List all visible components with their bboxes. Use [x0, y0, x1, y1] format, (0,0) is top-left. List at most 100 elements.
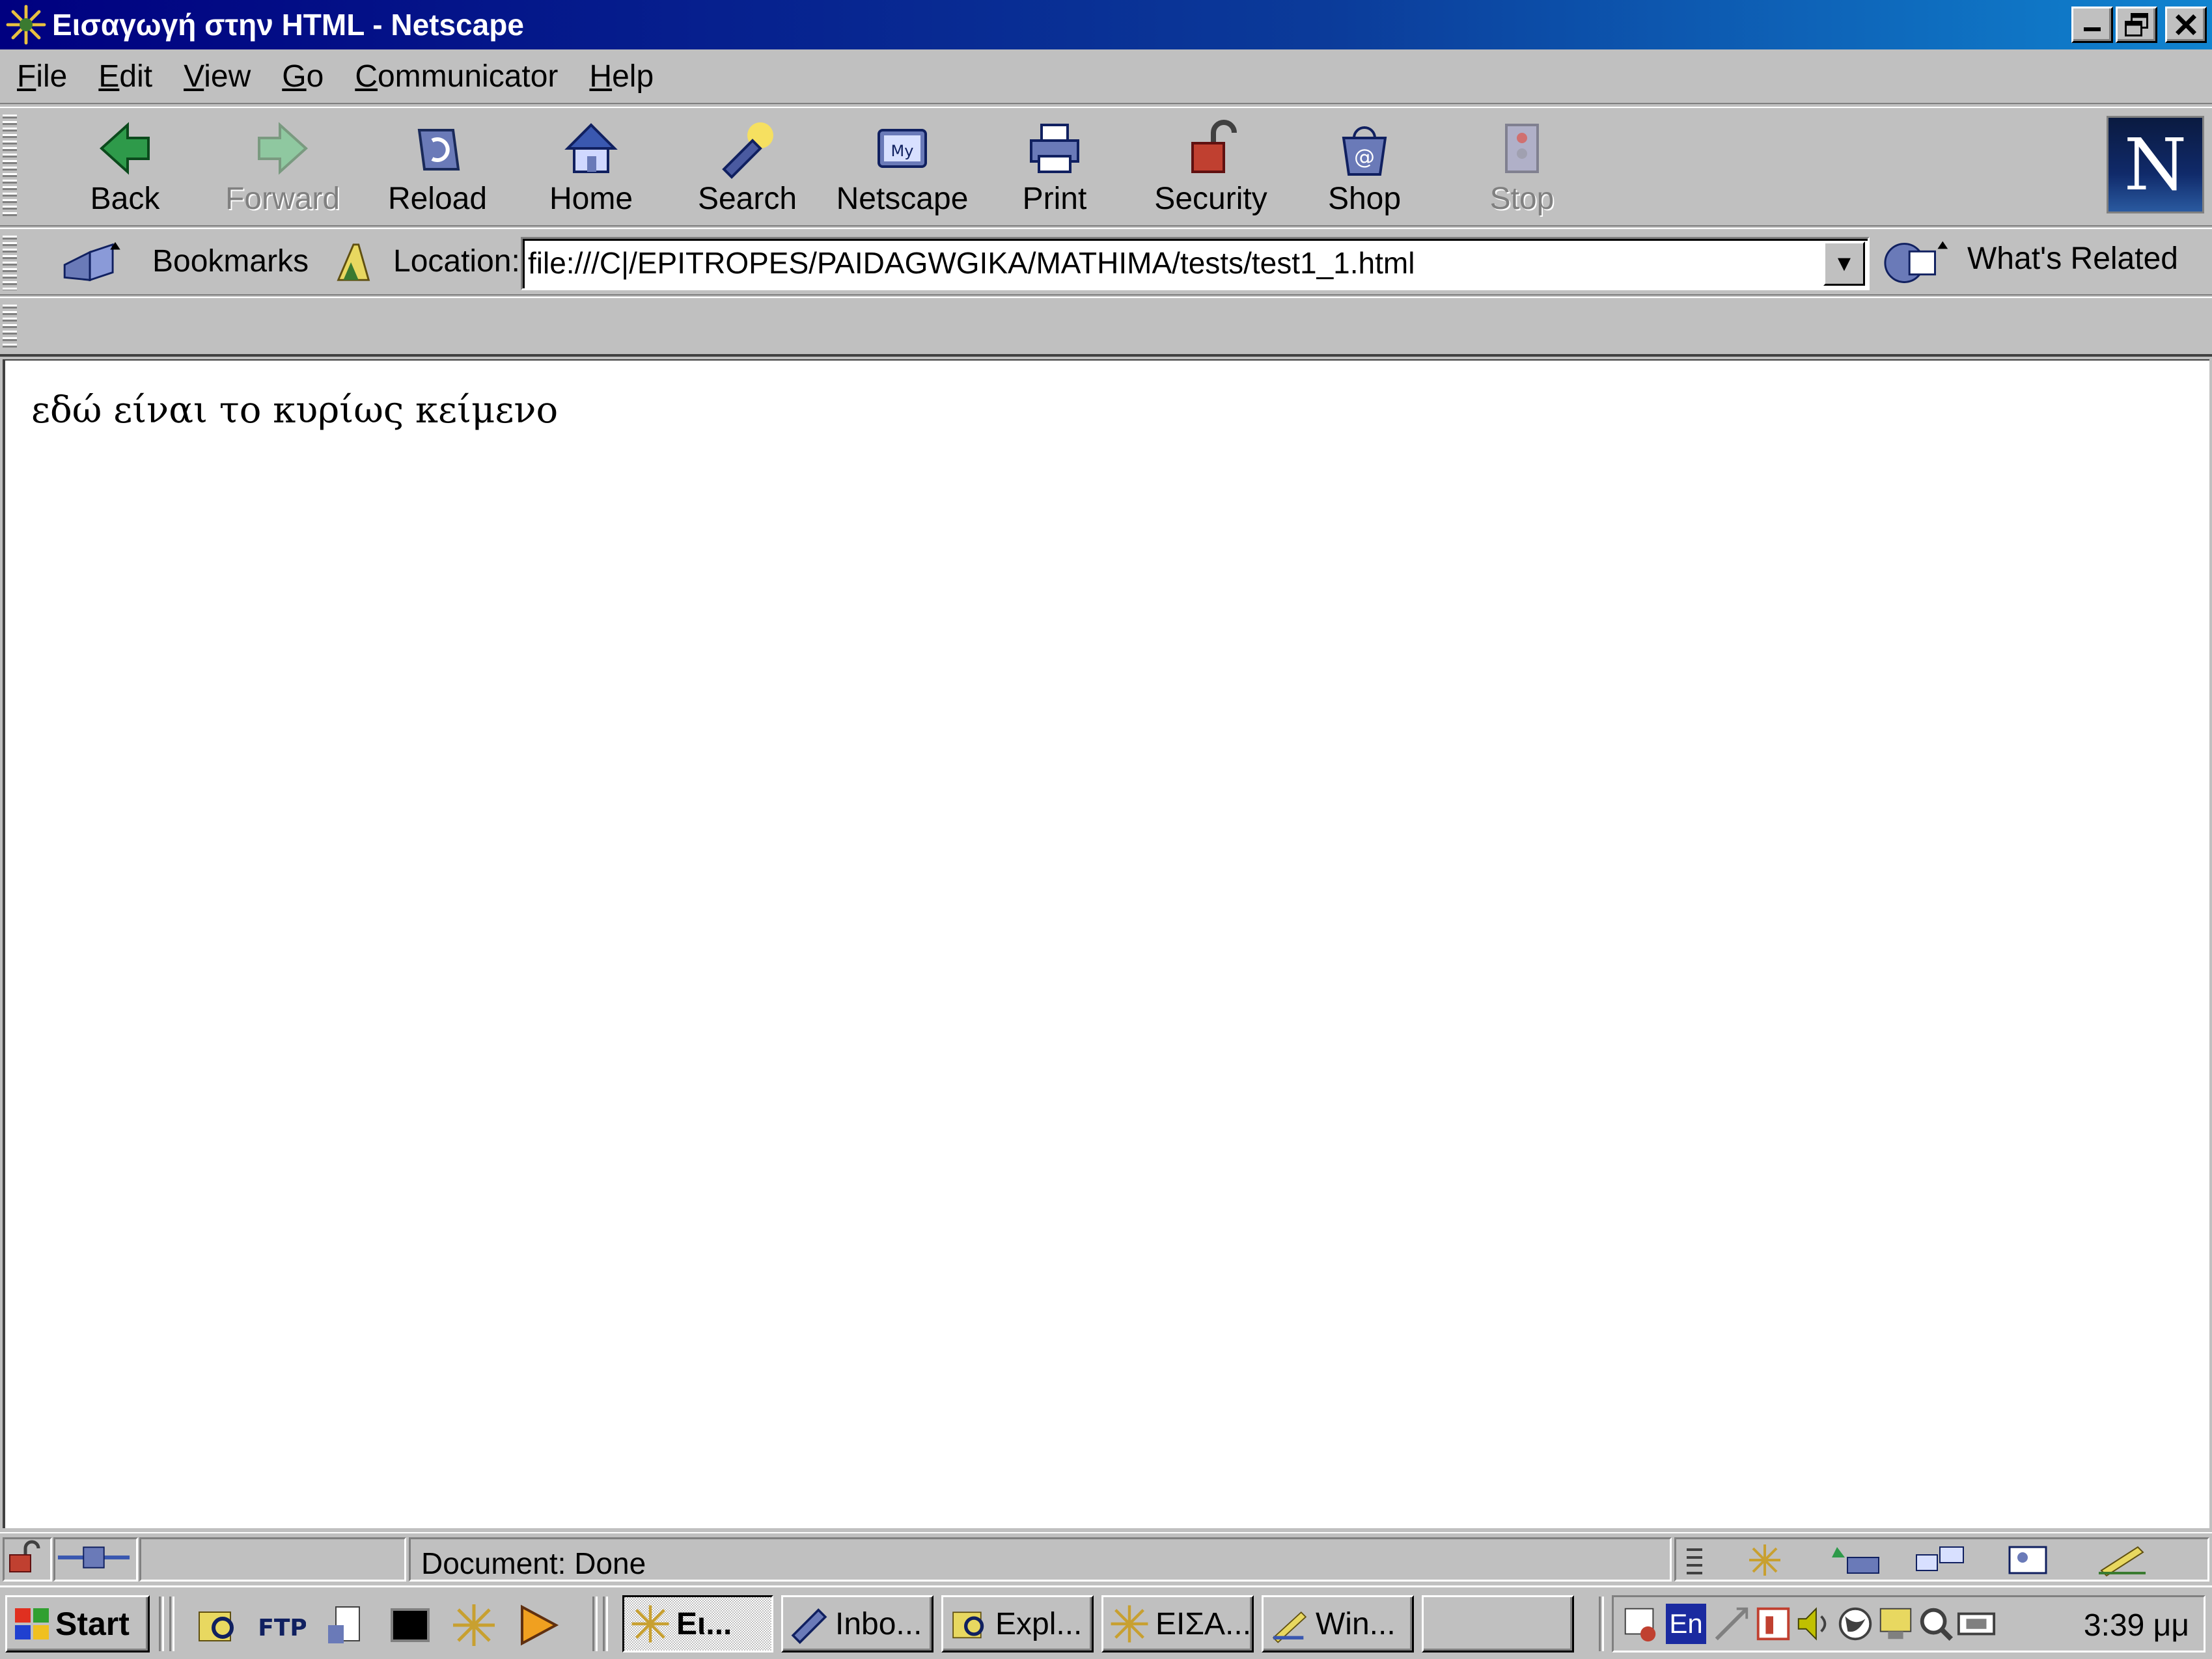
address-book-icon[interactable] [2002, 1542, 2054, 1578]
url-text[interactable]: file:///C|/EPITROPES/PAIDAGWGIKA/MATHIMA… [528, 245, 1415, 281]
minimize-icon [2084, 27, 2101, 31]
globe-tray-icon[interactable] [1835, 1604, 1875, 1644]
connection-plug-icon [57, 1546, 130, 1569]
taskbar-grip[interactable] [603, 1597, 608, 1651]
status-text: Document: Done [421, 1546, 646, 1580]
search-tray-icon[interactable] [1916, 1604, 1956, 1644]
menu-view[interactable]: View [184, 59, 251, 94]
msdos-quicklaunch-icon[interactable] [387, 1602, 434, 1649]
toolbar-grip[interactable] [3, 115, 17, 219]
shop-button[interactable]: @ Shop [1299, 117, 1430, 221]
svg-text:FTP: FTP [259, 1615, 306, 1641]
ftp-quicklaunch-icon[interactable]: FTP [259, 1602, 306, 1649]
media-player-quicklaunch-icon[interactable] [514, 1602, 561, 1649]
close-button[interactable] [2165, 7, 2207, 43]
url-input[interactable]: file:///C|/EPITROPES/PAIDAGWGIKA/MATHIMA… [521, 237, 1870, 290]
padlock-icon [1191, 120, 1237, 173]
menu-communicator[interactable]: Communicator [355, 59, 558, 94]
status-bar: Document: Done [0, 1532, 2212, 1584]
search-flashlight-icon [722, 122, 773, 179]
whats-related-icon[interactable] [1881, 238, 1953, 288]
personal-toolbar [0, 297, 2212, 357]
scheduler-tray-icon[interactable] [1620, 1604, 1661, 1644]
task-button-inbox[interactable]: Inbo... [781, 1595, 933, 1652]
display-tray-icon[interactable] [1875, 1604, 1916, 1644]
bookmarks-button[interactable]: Bookmarks [152, 243, 309, 279]
restore-icon [2125, 13, 2148, 36]
app-icon [1272, 1611, 1307, 1643]
navigator-icon[interactable] [1739, 1542, 1791, 1578]
netscape-icon [631, 1605, 669, 1643]
task-button-explorer[interactable]: Expl... [941, 1595, 1094, 1652]
task-button-netscape-2[interactable]: ΕΙΣΑ... [1101, 1595, 1254, 1652]
navigation-toolbar: Back Forward Reload Home Search My Netsc… [0, 107, 2212, 226]
volume-icon[interactable] [1793, 1604, 1834, 1644]
security-status[interactable] [3, 1537, 52, 1582]
menu-help[interactable]: Help [589, 59, 654, 94]
close-icon [2175, 14, 2197, 36]
location-toolbar: Bookmarks Location: file:///C|/EPITROPES… [0, 228, 2212, 295]
location-page-icon[interactable] [331, 240, 376, 285]
task-button-empty[interactable] [1422, 1595, 1574, 1652]
my-netscape-icon: My [878, 129, 927, 168]
personal-toolbar-grip[interactable] [3, 305, 17, 350]
bookmarks-icon[interactable] [59, 240, 126, 285]
netscape-quicklaunch-icon[interactable] [450, 1602, 497, 1649]
taskbar-separator [1599, 1597, 1604, 1651]
status-message-area: Document: Done [409, 1537, 1672, 1582]
url-history-dropdown[interactable]: ▼ [1823, 241, 1865, 286]
discussion-groups-icon[interactable] [1911, 1542, 1969, 1578]
task-button-win[interactable]: Win... [1262, 1595, 1414, 1652]
window-titlebar[interactable]: Εισαγωγή στην HTML - Netscape [0, 0, 2212, 49]
progress-bar [139, 1537, 406, 1582]
restore-button[interactable] [2116, 7, 2157, 43]
component-bar-grip-icon[interactable] [1681, 1542, 1707, 1578]
netscape-app-icon [6, 5, 46, 45]
explorer-quicklaunch-icon[interactable] [194, 1602, 241, 1649]
svg-text:My: My [891, 142, 914, 160]
clock[interactable]: 3:39 μμ [2084, 1608, 2189, 1643]
forward-button[interactable]: Forward [217, 117, 348, 221]
menu-edit[interactable]: Edit [98, 59, 152, 94]
reload-button[interactable]: Reload [372, 117, 503, 221]
language-indicator[interactable]: En [1666, 1604, 1706, 1644]
mailbox-icon[interactable] [1826, 1542, 1885, 1578]
window-title: Εισαγωγή στην HTML - Netscape [52, 8, 524, 42]
taskbar-separator [592, 1597, 598, 1651]
system-tray: En 3:39 μμ [1612, 1595, 2205, 1652]
document-quicklaunch-icon[interactable] [323, 1602, 370, 1649]
home-icon [564, 123, 618, 173]
composer-icon[interactable] [2093, 1542, 2151, 1578]
keyboard-tray-icon[interactable] [1956, 1604, 1997, 1644]
sound-mixer-tray-icon[interactable] [1753, 1604, 1793, 1644]
start-button[interactable]: Start [5, 1595, 150, 1652]
connection-status[interactable] [53, 1537, 138, 1582]
back-arrow-icon [100, 122, 150, 175]
stop-button[interactable]: Stop [1457, 117, 1587, 221]
reload-icon [417, 129, 460, 171]
netscape-logo[interactable]: N [2107, 116, 2204, 213]
mail-icon [791, 1608, 827, 1644]
page-content[interactable]: εδώ είναι το κυρίως κείμενο [3, 359, 2209, 1528]
menu-go[interactable]: Go [282, 59, 324, 94]
taskbar-separator [159, 1597, 164, 1651]
netscape-button[interactable]: My Netscape [836, 117, 968, 221]
forward-arrow-icon [258, 122, 308, 175]
whats-related-button[interactable]: What's Related [1967, 241, 2178, 277]
location-toolbar-grip[interactable] [3, 236, 17, 290]
network-tray-icon[interactable] [1711, 1604, 1752, 1644]
component-bar [1674, 1537, 2209, 1582]
security-button[interactable]: Security [1146, 117, 1276, 221]
explorer-icon [952, 1611, 984, 1639]
quick-launch-grip[interactable] [169, 1597, 174, 1651]
search-button[interactable]: Search [682, 117, 812, 221]
back-button[interactable]: Back [60, 117, 190, 221]
location-label: Location: [393, 244, 520, 279]
home-button[interactable]: Home [526, 117, 656, 221]
task-button-netscape[interactable]: Ει... [622, 1595, 773, 1652]
netscape-icon [1111, 1605, 1148, 1643]
windows-logo-icon [15, 1608, 49, 1639]
print-button[interactable]: Print [989, 117, 1120, 221]
menu-file[interactable]: File [17, 59, 67, 94]
minimize-button[interactable] [2071, 7, 2113, 43]
